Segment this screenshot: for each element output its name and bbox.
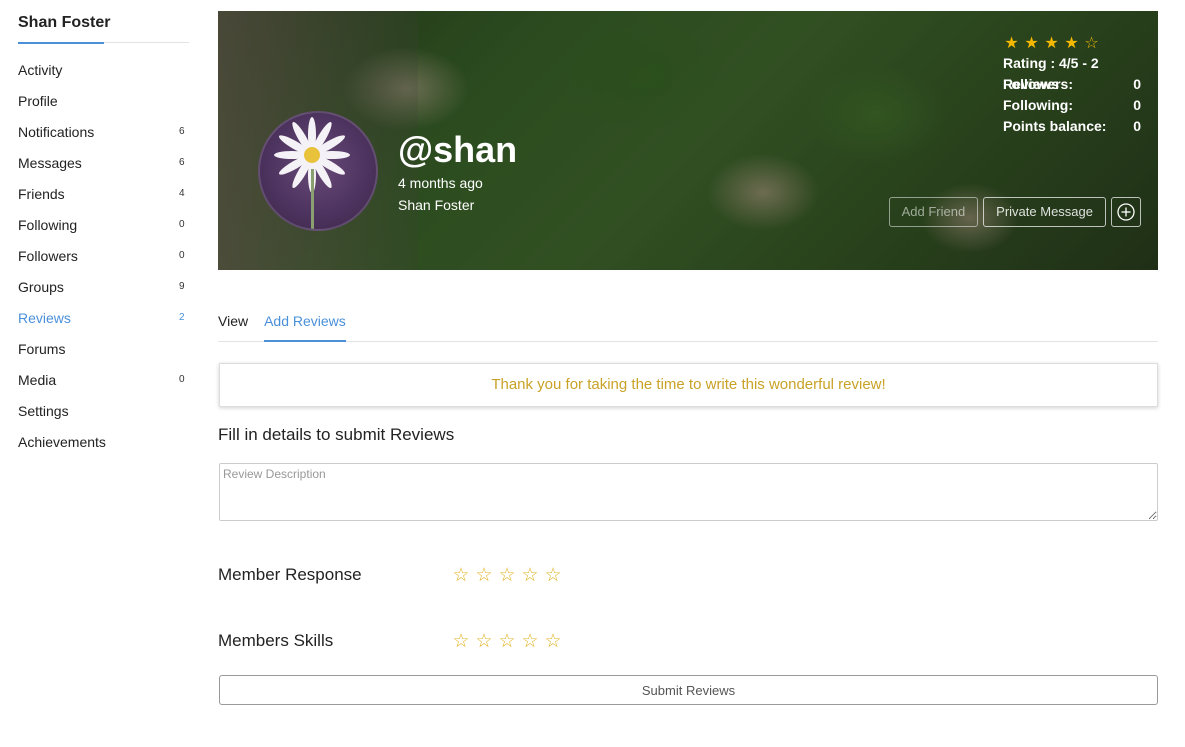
sidebar-item-count: 6 [179, 157, 185, 168]
points-value: 0 [1133, 118, 1141, 134]
submit-reviews-button[interactable]: Submit Reviews [219, 675, 1158, 705]
star-empty-icon[interactable]: ☆ [475, 566, 493, 585]
star-empty-icon[interactable]: ☆ [498, 566, 516, 585]
followers-value: 0 [1133, 76, 1141, 92]
sidebar-item-notifications[interactable]: Notifications 6 [18, 116, 189, 147]
sidebar-item-label: Settings [18, 402, 69, 419]
star-empty-icon[interactable]: ☆ [498, 632, 516, 651]
rating-row-members-skills: Members Skills ☆ ☆ ☆ ☆ ☆ [218, 631, 562, 651]
sidebar-item-label: Media [18, 371, 57, 388]
sidebar-item-count: 0 [179, 250, 185, 261]
private-message-button[interactable]: Private Message [983, 197, 1106, 227]
profile-stats: ★ ★ ★ ★ ☆ Rating : 4/5 - 2 Reviews Follo… [1003, 33, 1141, 137]
profile-sidebar: Shan Foster Activity Profile Notificatio… [18, 0, 189, 457]
star-filled-icon: ★ [1024, 35, 1039, 52]
star-filled-icon: ★ [1004, 35, 1019, 52]
rating-summary: Rating : 4/5 - 2 Reviews [1003, 53, 1141, 92]
rating-label: Member Response [218, 565, 362, 584]
sidebar-item-label: Groups [18, 278, 64, 295]
star-filled-icon: ★ [1044, 35, 1059, 52]
points-label: Points balance: [1003, 118, 1107, 134]
star-empty-icon[interactable]: ☆ [521, 632, 539, 651]
profile-display-name: Shan Foster [398, 197, 475, 213]
sidebar-item-label: Messages [18, 154, 82, 171]
sidebar-item-label: Activity [18, 61, 63, 78]
star-input-members-skills: ☆ ☆ ☆ ☆ ☆ [452, 632, 562, 651]
sidebar-item-label: Achievements [18, 433, 106, 450]
sidebar-item-following[interactable]: Following 0 [18, 209, 189, 240]
star-empty-icon: ☆ [1084, 35, 1099, 52]
form-title: Fill in details to submit Reviews [218, 425, 455, 444]
following-stat: Following: 0 [1003, 95, 1141, 116]
tab-view[interactable]: View [218, 298, 248, 342]
sidebar-item-label: Forums [18, 340, 66, 357]
sidebar-item-label: Following [18, 216, 78, 233]
star-filled-icon: ★ [1064, 35, 1079, 52]
sidebar-nav: Activity Profile Notifications 6 Messages… [18, 54, 189, 457]
profile-cover: @shan 4 months ago Shan Foster ★ ★ ★ ★ ☆… [218, 11, 1158, 270]
star-empty-icon[interactable]: ☆ [544, 566, 562, 585]
add-friend-button[interactable]: Add Friend [888, 197, 979, 227]
sidebar-user-name: Shan Foster [18, 14, 111, 31]
star-empty-icon[interactable]: ☆ [475, 632, 493, 651]
profile-actions: Add Friend Private Message [888, 197, 1141, 227]
plus-circle-icon [1117, 203, 1135, 221]
followers-label: Followers: [1003, 76, 1074, 92]
avatar[interactable] [258, 111, 378, 231]
star-empty-icon[interactable]: ☆ [544, 632, 562, 651]
rating-text: Rating : 4/5 - 2 Reviews [1003, 55, 1099, 92]
reviews-tabs: View Add Reviews [218, 298, 1158, 342]
following-label: Following: [1003, 97, 1073, 113]
star-empty-icon[interactable]: ☆ [452, 566, 470, 585]
review-description-input[interactable] [219, 463, 1158, 521]
star-input-member-response: ☆ ☆ ☆ ☆ ☆ [452, 566, 562, 585]
sidebar-item-friends[interactable]: Friends 4 [18, 178, 189, 209]
sidebar-item-profile[interactable]: Profile [18, 85, 189, 116]
sidebar-item-label: Friends [18, 185, 65, 202]
sidebar-item-label: Reviews [18, 309, 71, 326]
sidebar-item-count: 6 [179, 126, 185, 137]
sidebar-item-count: 2 [179, 312, 185, 323]
sidebar-item-achievements[interactable]: Achievements [18, 426, 189, 457]
sidebar-item-media[interactable]: Media 0 [18, 364, 189, 395]
points-stat: Points balance: 0 [1003, 116, 1141, 137]
success-notice: Thank you for taking the time to write t… [219, 363, 1158, 407]
sidebar-item-count: 0 [179, 219, 185, 230]
star-empty-icon[interactable]: ☆ [521, 566, 539, 585]
sidebar-item-count: 9 [179, 281, 185, 292]
sidebar-item-forums[interactable]: Forums [18, 333, 189, 364]
sidebar-item-messages[interactable]: Messages 6 [18, 147, 189, 178]
sidebar-item-count: 4 [179, 188, 185, 199]
sidebar-item-label: Notifications [18, 123, 95, 140]
followers-stat: Followers: 0 [1003, 74, 1141, 95]
sidebar-item-groups[interactable]: Groups 9 [18, 271, 189, 302]
more-options-button[interactable] [1111, 197, 1141, 227]
sidebar-item-followers[interactable]: Followers 0 [18, 240, 189, 271]
star-empty-icon[interactable]: ☆ [452, 632, 470, 651]
following-value: 0 [1133, 97, 1141, 113]
sidebar-user-name-underline [18, 42, 104, 44]
rating-stars: ★ ★ ★ ★ ☆ [1003, 33, 1141, 53]
profile-time-ago: 4 months ago [398, 175, 483, 191]
sidebar-item-settings[interactable]: Settings [18, 395, 189, 426]
sidebar-item-label: Profile [18, 92, 58, 109]
rating-row-member-response: Member Response ☆ ☆ ☆ ☆ ☆ [218, 565, 562, 585]
sidebar-item-count: 0 [179, 374, 185, 385]
tab-add-reviews[interactable]: Add Reviews [264, 298, 346, 342]
rating-label: Members Skills [218, 631, 334, 650]
sidebar-item-label: Followers [18, 247, 78, 264]
profile-handle: @shan [398, 129, 518, 170]
sidebar-item-reviews[interactable]: Reviews 2 [18, 302, 189, 333]
sidebar-item-activity[interactable]: Activity [18, 54, 189, 85]
daisy-flower-icon [274, 117, 350, 229]
